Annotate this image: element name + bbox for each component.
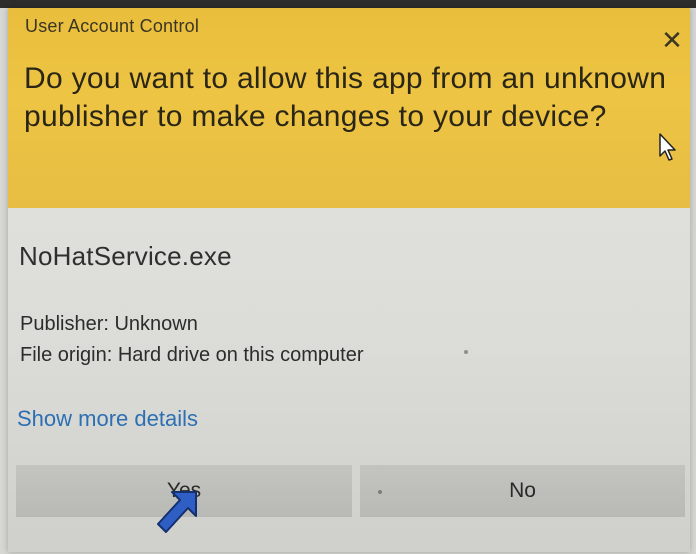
uac-dialog: User Account Control ✕ Do you want to al… [8,8,690,552]
close-icon[interactable]: ✕ [660,27,684,53]
blue-arrow-icon [157,491,197,533]
mouse-cursor-icon [659,133,676,161]
window-title: User Account Control [25,16,200,36]
publisher-text: Publisher: Unknown [20,313,198,335]
app-name: NoHatService.exe [19,241,232,271]
dialog-header: User Account Control ✕ Do you want to al… [8,8,690,208]
screen-speck [464,350,468,354]
file-origin-text: File origin: Hard drive on this computer [20,344,364,366]
consent-question: Do you want to allow this app from an un… [24,62,667,133]
screen-speck [378,490,382,494]
show-more-details-link[interactable]: Show more details [17,406,198,432]
no-button-label: No [509,479,536,502]
no-button[interactable]: No [360,465,685,517]
